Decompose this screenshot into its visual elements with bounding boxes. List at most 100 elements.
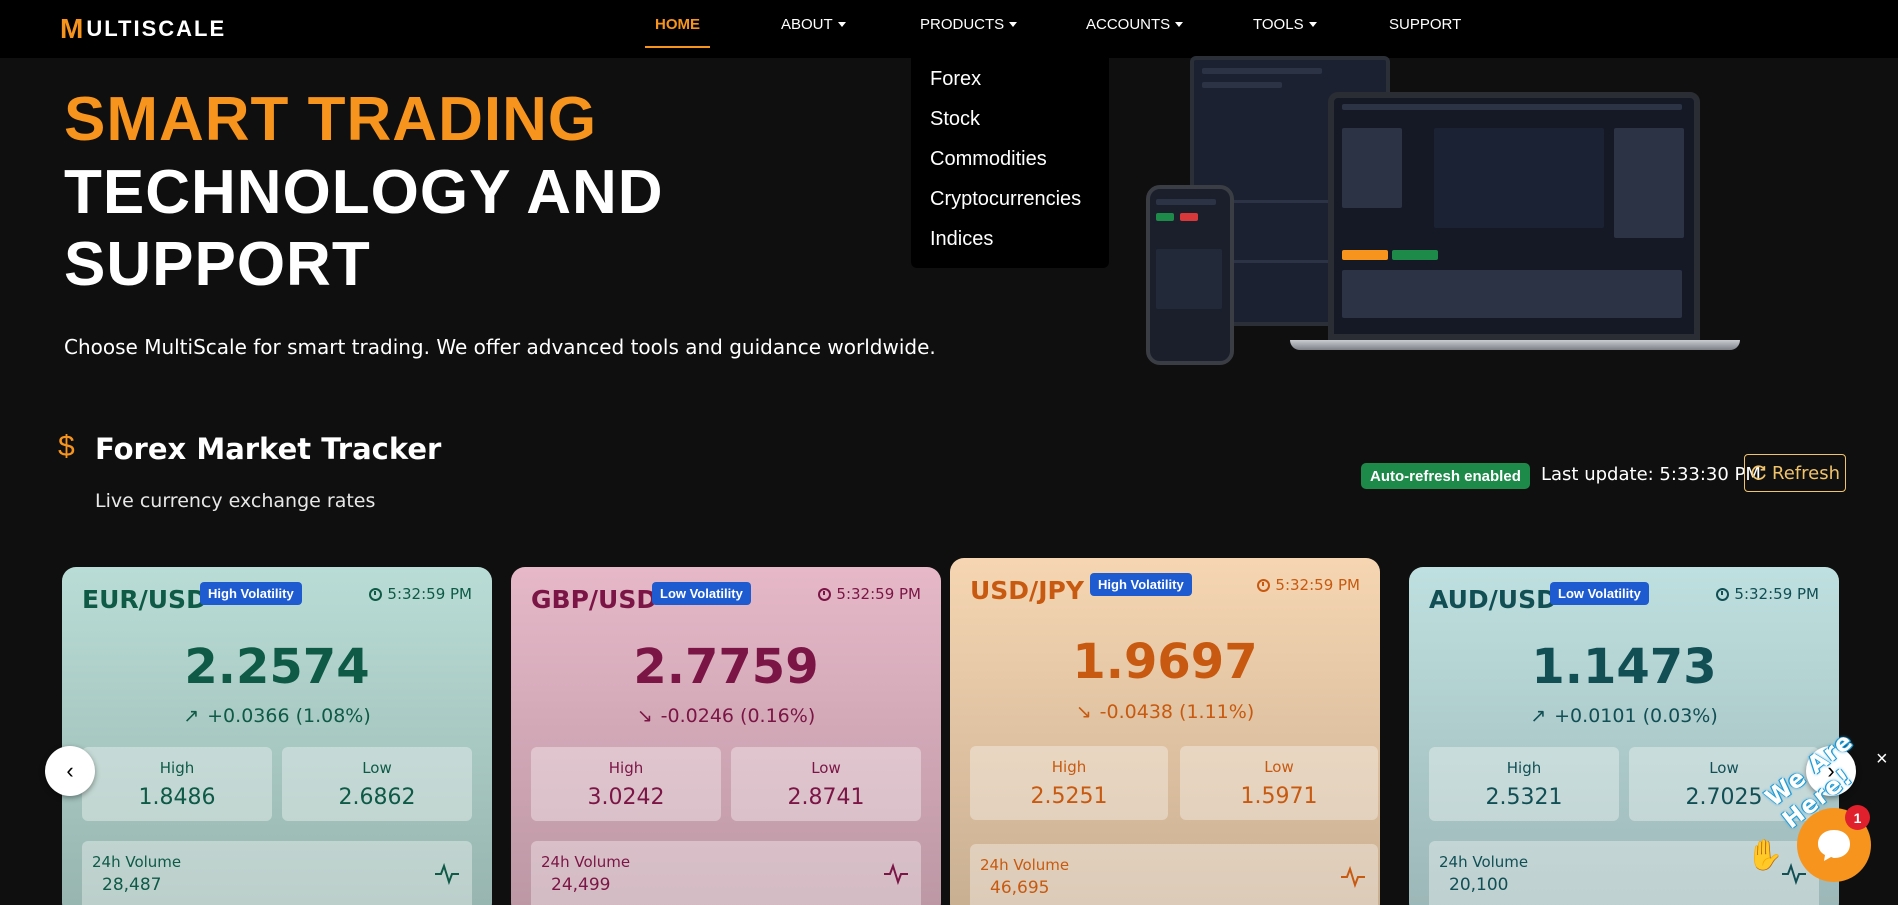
currency-pair: EUR/USD (82, 585, 207, 614)
volume-value: 20,100 (1449, 875, 1509, 895)
volatility-badge: High Volatility (1090, 573, 1192, 596)
dropdown-item-commodities[interactable]: Commodities (930, 148, 1047, 171)
nav-about-label: ABOUT (781, 16, 833, 33)
clock-icon (1257, 578, 1271, 592)
card-time-text: 5:32:59 PM (387, 585, 472, 603)
waving-hand-icon: ✋ (1746, 839, 1784, 872)
tracker-title: Forex Market Tracker (95, 432, 442, 466)
last-update-text: Last update: 5:33:30 PM (1541, 464, 1761, 485)
top-navbar: M ULTISCALE HOME ABOUT PRODUCTS ACCOUNTS… (0, 0, 1898, 58)
volume-label: 24h Volume (541, 853, 631, 871)
high-box: High 2.5251 (970, 746, 1168, 820)
trend-up-icon: ↗ (1530, 705, 1547, 727)
price-change-text: +0.0101 (0.03%) (1554, 705, 1718, 727)
tracker-subtitle: Live currency exchange rates (95, 490, 376, 512)
price-change: ↗ +0.0366 (1.08%) (62, 705, 492, 727)
price-change-text: -0.0438 (1.11%) (1099, 701, 1255, 723)
dropdown-item-stock[interactable]: Stock (930, 108, 980, 131)
nav-home[interactable]: HOME (655, 16, 700, 33)
refresh-label: Refresh (1772, 462, 1840, 484)
activity-icon (884, 863, 908, 885)
products-dropdown: Forex Stock Commodities Cryptocurrencies… (911, 58, 1109, 268)
nav-tools-label: TOOLS (1253, 16, 1304, 33)
nav-about[interactable]: ABOUT (781, 16, 846, 33)
low-box: Low 2.6862 (282, 747, 472, 821)
unread-count-badge: 1 (1845, 805, 1870, 830)
high-value: 3.0242 (587, 785, 665, 810)
hero-title-line2: TECHNOLOGY AND (64, 158, 664, 227)
currency-card[interactable]: EUR/USD High Volatility 5:32:59 PM 2.257… (62, 567, 492, 905)
card-timestamp: 5:32:59 PM (1257, 576, 1360, 594)
chevron-down-icon (837, 22, 846, 27)
high-value: 2.5321 (1485, 785, 1563, 810)
card-time-text: 5:32:59 PM (1734, 585, 1819, 603)
activity-icon (435, 863, 459, 885)
nav-support[interactable]: SUPPORT (1389, 16, 1461, 33)
currency-card[interactable]: USD/JPY High Volatility 5:32:59 PM 1.969… (950, 558, 1380, 905)
high-label: High (608, 759, 644, 777)
volume-value: 28,487 (102, 875, 162, 895)
low-label: Low (362, 759, 392, 777)
currency-pair: GBP/USD (531, 585, 658, 614)
volatility-badge: Low Volatility (652, 582, 751, 605)
high-box: High 3.0242 (531, 747, 721, 821)
currency-pair: AUD/USD (1429, 585, 1557, 614)
refresh-icon (1751, 464, 1766, 480)
trend-down-icon: ↘ (636, 705, 653, 727)
currency-pair: USD/JPY (970, 576, 1084, 605)
low-value: 1.5971 (1240, 784, 1318, 809)
nav-tools[interactable]: TOOLS (1253, 16, 1317, 33)
hero-title-line1: SMART TRADING (64, 85, 598, 154)
high-box: High 1.8486 (82, 747, 272, 821)
price-change-text: -0.0246 (0.16%) (660, 705, 816, 727)
dropdown-item-indices[interactable]: Indices (930, 228, 993, 251)
refresh-button[interactable]: Refresh (1744, 454, 1846, 492)
low-label: Low (1264, 758, 1294, 776)
high-value: 1.8486 (138, 785, 216, 810)
clock-icon (818, 587, 832, 601)
auto-refresh-badge: Auto-refresh enabled (1361, 463, 1530, 489)
high-value: 2.5251 (1030, 784, 1108, 809)
nav-accounts[interactable]: ACCOUNTS (1086, 16, 1184, 33)
dollar-icon: $ (58, 430, 75, 463)
current-price: 1.1473 (1531, 639, 1717, 695)
low-value: 2.8741 (787, 785, 865, 810)
volume-label: 24h Volume (92, 853, 182, 871)
low-value: 2.6862 (338, 785, 416, 810)
volume-box: 24h Volume 28,487 (82, 841, 472, 905)
volume-box: 24h Volume 46,695 (970, 844, 1378, 905)
carousel-prev-button[interactable]: ‹ (45, 746, 95, 796)
currency-card[interactable]: GBP/USD Low Volatility 5:32:59 PM 2.7759… (511, 567, 941, 905)
nav-products-label: PRODUCTS (920, 16, 1005, 33)
chevron-left-icon: ‹ (66, 758, 74, 783)
high-label: High (159, 759, 195, 777)
price-change: ↗ +0.0101 (0.03%) (1409, 705, 1839, 727)
volume-label: 24h Volume (980, 856, 1070, 874)
price-change: ↘ -0.0246 (0.16%) (511, 705, 941, 727)
dropdown-item-cryptocurrencies[interactable]: Cryptocurrencies (930, 188, 1081, 211)
volume-value: 46,695 (990, 878, 1050, 898)
chevron-down-icon (1308, 22, 1317, 27)
activity-icon (1341, 866, 1365, 888)
nav-accounts-label: ACCOUNTS (1086, 16, 1171, 33)
chevron-down-icon (1009, 22, 1018, 27)
trend-down-icon: ↘ (1075, 701, 1092, 723)
logo-text: ULTISCALE (86, 16, 227, 41)
low-label: Low (811, 759, 841, 777)
high-label: High (1506, 759, 1542, 777)
hero-subtitle: Choose MultiScale for smart trading. We … (64, 335, 936, 359)
current-price: 1.9697 (1072, 634, 1258, 690)
price-change-text: +0.0366 (1.08%) (207, 705, 371, 727)
nav-products[interactable]: PRODUCTS (920, 16, 1018, 33)
high-label: High (1051, 758, 1087, 776)
card-timestamp: 5:32:59 PM (1716, 585, 1819, 603)
card-timestamp: 5:32:59 PM (369, 585, 472, 603)
dropdown-item-forex[interactable]: Forex (930, 68, 981, 91)
trend-up-icon: ↗ (183, 705, 200, 727)
card-timestamp: 5:32:59 PM (818, 585, 921, 603)
volume-box: 24h Volume 24,499 (531, 841, 921, 905)
clock-icon (369, 587, 383, 601)
card-time-text: 5:32:59 PM (836, 585, 921, 603)
logo[interactable]: M ULTISCALE (60, 12, 226, 46)
nav-support-label: SUPPORT (1389, 16, 1462, 33)
